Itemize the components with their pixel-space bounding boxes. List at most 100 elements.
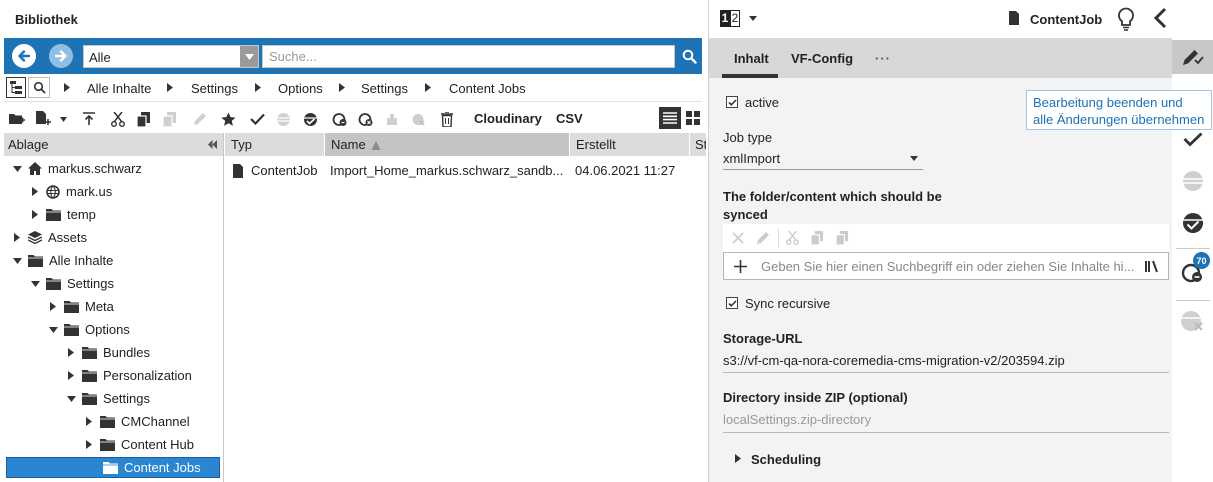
bookmark-button[interactable] (218, 109, 238, 129)
tree-item[interactable]: Settings (4, 388, 223, 409)
breadcrumb-item[interactable]: Options (278, 81, 323, 96)
delete-action-button[interactable] (1172, 304, 1213, 338)
delete-withdraw-button[interactable] (356, 109, 376, 129)
sync-recursive-checkbox[interactable] (726, 297, 738, 309)
chevron-right-icon[interactable] (12, 233, 22, 243)
csv-button[interactable]: CSV (556, 111, 583, 126)
collapse-panel-button[interactable] (1153, 7, 1167, 29)
chevron-right-icon[interactable] (30, 210, 40, 220)
globe-remove-icon (1181, 311, 1203, 331)
finish-editing-button[interactable] (1172, 40, 1213, 74)
tree-item-label: markus.schwarz (48, 161, 142, 176)
tree-item[interactable]: Meta (4, 296, 223, 317)
zip-directory-field[interactable]: localSettings.zip-directory (723, 412, 871, 427)
tree-view-toggle[interactable] (6, 77, 26, 98)
column-header-created[interactable]: Erstellt (570, 133, 690, 156)
new-content-menu[interactable] (56, 109, 70, 129)
new-folder-button[interactable] (7, 109, 27, 129)
tree-item-label: Alle Inhalte (49, 253, 114, 268)
chevron-down-icon (59, 116, 67, 122)
view-switcher[interactable]: 12 (720, 10, 757, 27)
approve-button[interactable] (247, 109, 267, 129)
chevron-right-icon[interactable] (48, 302, 58, 312)
notification-badge: 70 (1193, 252, 1210, 269)
chevron-right-icon[interactable] (30, 187, 40, 197)
list-view-button[interactable] (659, 107, 681, 129)
forward-button[interactable] (49, 44, 73, 68)
tree-item[interactable]: Alle Inhalte (4, 250, 223, 271)
breadcrumb-item[interactable]: Settings (191, 81, 238, 96)
tree-item[interactable]: temp (4, 204, 223, 225)
edit-button[interactable] (190, 109, 210, 129)
paste-button[interactable] (160, 109, 180, 129)
tree-item[interactable]: Settings (4, 273, 223, 294)
chevron-right-icon[interactable] (66, 371, 76, 381)
search-view-toggle[interactable] (28, 77, 50, 98)
search-input[interactable] (262, 45, 675, 68)
move-up-button[interactable] (79, 109, 99, 129)
paste-icon (836, 231, 849, 245)
tree-item[interactable]: Personalization (4, 365, 223, 386)
chevron-right-icon[interactable] (84, 440, 94, 450)
tree-header: Ablage (4, 133, 223, 156)
withdraw-button[interactable] (330, 109, 350, 129)
chevron-down-icon[interactable] (12, 256, 22, 266)
delete-button[interactable] (437, 109, 457, 129)
chevron-down-icon[interactable] (66, 394, 76, 404)
copy-button[interactable] (134, 109, 154, 129)
job-type-select[interactable]: xmlImport (723, 148, 923, 170)
globe-icon (276, 112, 290, 126)
tree-item[interactable]: markus.schwarz (4, 158, 223, 179)
tree-item-label: temp (67, 207, 96, 222)
new-content-button[interactable] (33, 109, 53, 129)
tree-item[interactable]: Content Hub (4, 434, 223, 455)
approve-publish-button[interactable] (300, 109, 320, 129)
storage-url-field[interactable]: s3://vf-cm-qa-nora-coremedia-cms-migrati… (723, 353, 1065, 368)
tree-item[interactable]: Content Jobs (6, 457, 220, 478)
cloudinary-button[interactable]: Cloudinary (474, 111, 542, 126)
column-header-status[interactable]: St (690, 133, 706, 156)
chevron-right-icon[interactable] (66, 348, 76, 358)
document-type-label: ContentJob (1030, 12, 1103, 27)
column-header-name[interactable]: Name (325, 133, 570, 156)
link-search-field[interactable]: Geben Sie hier einen Suchbegriff ein ode… (723, 252, 1169, 280)
approve-publish-action-button[interactable] (1172, 206, 1213, 240)
tree-item-label: Personalization (103, 368, 192, 383)
chevron-right-icon (64, 83, 70, 92)
tab-inhalt[interactable]: Inhalt (734, 51, 769, 66)
publish-action-button[interactable] (1172, 164, 1213, 198)
chevron-down-icon[interactable] (30, 279, 40, 289)
cut-button[interactable] (108, 109, 128, 129)
tree-item[interactable]: Options (4, 319, 223, 340)
search-button[interactable] (677, 44, 701, 68)
grid-icon (686, 111, 700, 125)
tree-item[interactable]: Bundles (4, 342, 223, 363)
column-header-type[interactable]: Typ (225, 133, 325, 156)
scheduling-section-toggle[interactable]: Scheduling (751, 452, 821, 467)
tree-item-label: Settings (103, 391, 150, 406)
chevron-down-icon[interactable] (240, 46, 258, 67)
chevron-down-icon[interactable] (12, 164, 22, 174)
thumbnail-view-button[interactable] (682, 107, 704, 129)
breadcrumb-item[interactable]: Content Jobs (449, 81, 526, 96)
idea-button[interactable] (1116, 7, 1136, 31)
withdraw-disabled-button[interactable] (409, 109, 429, 129)
tree-item[interactable]: CMChannel (4, 411, 223, 432)
back-button[interactable] (12, 44, 36, 68)
tab-more[interactable]: ··· (875, 51, 891, 66)
tree-item[interactable]: mark.us (4, 181, 223, 202)
withdraw-action-button[interactable]: 70 (1172, 252, 1213, 292)
chevron-right-icon[interactable] (84, 417, 94, 427)
breadcrumb-item[interactable]: Alle Inhalte (87, 81, 151, 96)
breadcrumb-item[interactable]: Settings (361, 81, 408, 96)
tree-item[interactable]: Assets (4, 227, 223, 248)
publish-button[interactable] (273, 109, 293, 129)
chevron-down-icon[interactable] (48, 325, 58, 335)
search-scope-select[interactable]: Alle (83, 45, 259, 68)
check-in-button[interactable] (382, 109, 402, 129)
tree-item-label: mark.us (66, 184, 113, 199)
job-type-value: xmlImport (723, 151, 781, 166)
tab-vf-config[interactable]: VF-Config (791, 51, 853, 66)
checkmark-icon (727, 299, 737, 307)
active-checkbox[interactable] (726, 96, 738, 108)
